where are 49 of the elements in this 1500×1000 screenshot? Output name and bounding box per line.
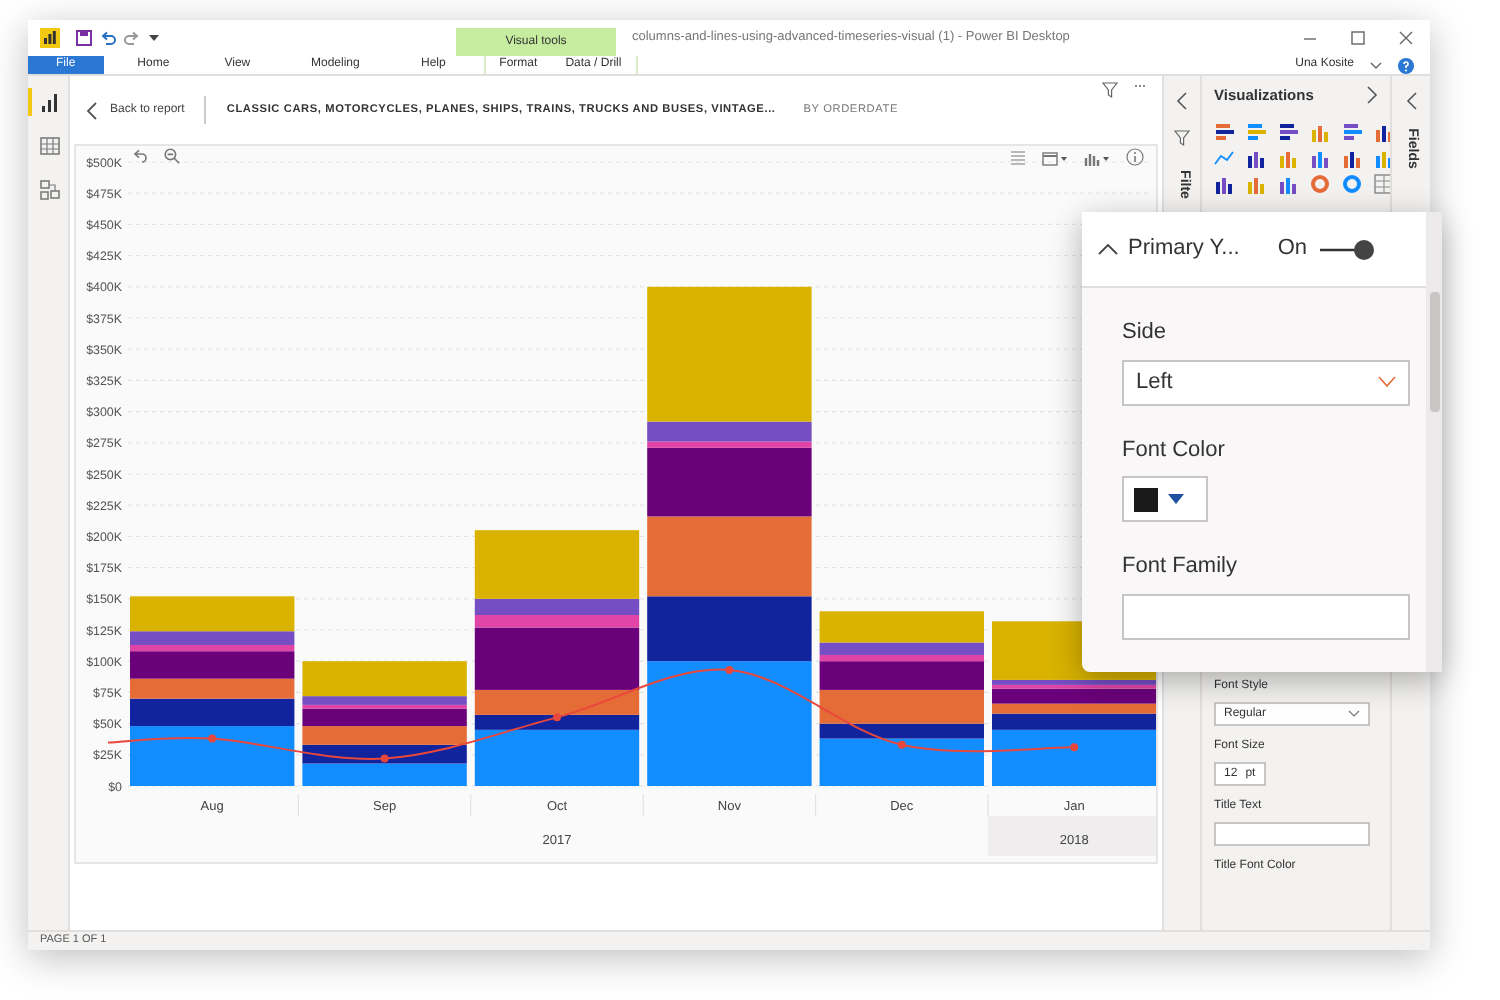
model-diagram-icon xyxy=(40,180,60,200)
redo-icon[interactable] xyxy=(124,30,140,46)
caret-down-icon xyxy=(1168,494,1184,504)
text-input-field[interactable] xyxy=(1122,593,1410,639)
chevron-down-icon xyxy=(1348,710,1360,719)
chevron-up-icon[interactable] xyxy=(1098,242,1118,256)
filter-icon[interactable] xyxy=(1174,130,1190,146)
scrollbar[interactable] xyxy=(1426,212,1442,672)
undo-icon[interactable] xyxy=(132,148,148,164)
zoom-out-icon[interactable] xyxy=(164,148,180,164)
app-logo-icon xyxy=(40,28,60,48)
bar-chart-dropdown-icon[interactable] xyxy=(1084,149,1110,165)
bar-chart-icon[interactable] xyxy=(1214,122,1234,143)
toggle-label: On xyxy=(1277,234,1308,265)
column-chart-icon[interactable] xyxy=(1214,174,1234,195)
data-point xyxy=(208,734,217,743)
field-label: Font Color xyxy=(1122,435,1227,465)
text-input-field[interactable] xyxy=(1214,822,1370,847)
close-icon[interactable] xyxy=(1398,30,1414,46)
data-point xyxy=(553,713,561,722)
column-chart-icon[interactable] xyxy=(1310,148,1330,169)
field-label: Side xyxy=(1122,318,1169,348)
data-point xyxy=(380,754,389,763)
chevron-down-icon[interactable] xyxy=(1370,59,1382,71)
data-point xyxy=(1070,743,1079,752)
save-icon[interactable] xyxy=(76,30,92,46)
undo-icon[interactable] xyxy=(100,30,116,46)
column-chart-icon[interactable] xyxy=(1278,174,1298,195)
donut-chart-icon[interactable] xyxy=(1310,174,1330,195)
dropdown-caret-icon[interactable] xyxy=(148,32,160,44)
help-icon[interactable] xyxy=(1398,57,1414,73)
info-icon[interactable] xyxy=(1126,148,1144,166)
dropdown-field[interactable]: Left xyxy=(1122,359,1410,405)
data-grid-icon xyxy=(40,136,60,156)
column-chart-icon[interactable] xyxy=(1342,148,1362,169)
data-point xyxy=(725,665,734,674)
toggle-switch[interactable] xyxy=(1317,237,1378,261)
data-point xyxy=(897,740,906,749)
report-view-icon xyxy=(40,92,60,112)
bar-chart-icon[interactable] xyxy=(1342,122,1362,143)
bar-chart-icon[interactable] xyxy=(1278,122,1298,143)
filter-icon[interactable] xyxy=(1102,81,1118,97)
column-chart-icon[interactable] xyxy=(1246,148,1266,169)
calendar-dropdown-icon[interactable] xyxy=(1042,149,1068,165)
chevron-down-icon xyxy=(1378,376,1396,388)
maximize-icon[interactable] xyxy=(1350,30,1366,46)
section-title[interactable]: Primary Y... xyxy=(1128,232,1240,266)
field-label: Font Family xyxy=(1122,552,1239,582)
color-picker-button[interactable] xyxy=(1122,476,1208,522)
